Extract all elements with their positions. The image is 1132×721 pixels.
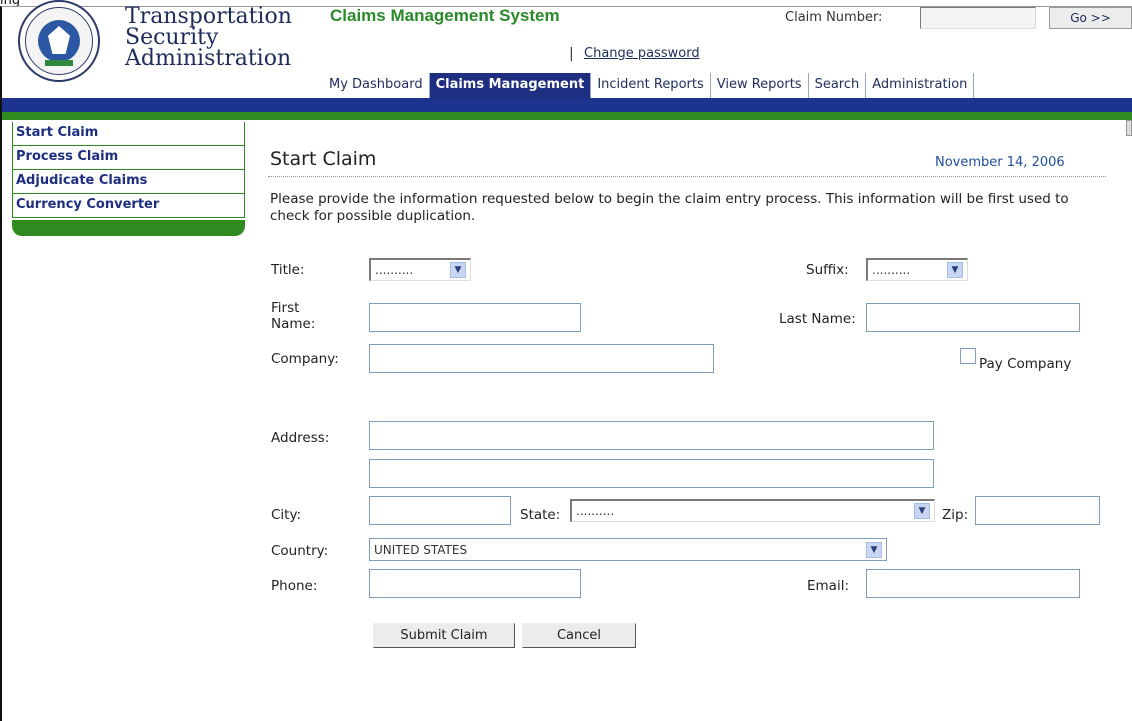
state-select-value: ..........	[576, 504, 615, 518]
sidebar-item-process-claim[interactable]: Process Claim	[12, 146, 245, 170]
tab-my-dashboard[interactable]: My Dashboard	[323, 73, 430, 98]
dhs-seal-icon	[18, 0, 100, 82]
phone-label: Phone:	[271, 578, 318, 594]
tab-claims-management[interactable]: Claims Management	[429, 73, 592, 98]
last-name-input[interactable]	[866, 303, 1080, 332]
link-separator: |	[569, 46, 574, 62]
header-band-blue	[2, 98, 1132, 112]
address-line1-input[interactable]	[369, 421, 934, 450]
tab-incident-reports[interactable]: Incident Reports	[591, 73, 711, 98]
title-select[interactable]: .......... ▼	[369, 258, 471, 281]
suffix-select[interactable]: .......... ▼	[866, 258, 968, 281]
sidebar-footer	[12, 220, 245, 236]
last-name-label: Last Name:	[779, 311, 856, 327]
change-password-link[interactable]: Change password	[584, 46, 700, 61]
cancel-button[interactable]: Cancel	[522, 623, 636, 648]
system-title: Claims Management System	[330, 6, 560, 25]
agency-logo-text: Transportation Security Administration	[125, 4, 325, 71]
sidebar-item-currency-converter[interactable]: Currency Converter	[12, 194, 245, 218]
phone-input[interactable]	[369, 569, 581, 598]
chevron-down-icon: ▼	[450, 262, 466, 278]
first-name-label: First Name:	[271, 300, 315, 332]
company-input[interactable]	[369, 344, 714, 373]
go-button[interactable]: Go >>	[1049, 7, 1132, 29]
tab-search[interactable]: Search	[808, 73, 867, 98]
state-label: State:	[520, 507, 561, 523]
first-name-label-line1: First	[271, 300, 300, 316]
pay-company-checkbox[interactable]	[960, 348, 976, 364]
company-label: Company:	[271, 351, 339, 367]
email-input[interactable]	[866, 569, 1080, 598]
city-input[interactable]	[369, 496, 511, 525]
header-band-green	[2, 112, 1132, 120]
first-name-input[interactable]	[369, 303, 581, 332]
country-label: Country:	[271, 543, 329, 559]
scrollbar-thumb[interactable]	[1126, 120, 1132, 136]
main-nav: My Dashboard Claims Management Incident …	[323, 73, 975, 98]
title-label: Title:	[271, 262, 305, 278]
address-line2-input[interactable]	[369, 459, 934, 488]
agency-line-1: Transportation	[125, 4, 292, 29]
sidebar-item-start-claim[interactable]: Start Claim	[12, 122, 245, 146]
title-divider	[268, 176, 1106, 177]
zip-input[interactable]	[975, 496, 1100, 525]
tab-view-reports[interactable]: View Reports	[710, 73, 809, 98]
pay-company-label: Pay Company	[979, 356, 1072, 372]
state-select[interactable]: .......... ▼	[570, 499, 935, 522]
suffix-label: Suffix:	[806, 262, 849, 278]
chevron-down-icon: ▼	[866, 541, 882, 558]
zip-label: Zip:	[942, 507, 969, 523]
chevron-down-icon: ▼	[947, 262, 963, 278]
city-label: City:	[271, 507, 302, 523]
page-title: Start Claim	[270, 148, 377, 170]
email-label: Email:	[807, 578, 850, 594]
agency-line-3: Administration	[125, 46, 292, 71]
suffix-select-value: ..........	[872, 263, 911, 277]
country-select[interactable]: UNITED STATES ▼	[369, 538, 887, 561]
claim-number-input[interactable]	[920, 7, 1036, 29]
page-date: November 14, 2006	[935, 155, 1065, 170]
sidebar-item-adjudicate-claims[interactable]: Adjudicate Claims	[12, 170, 245, 194]
title-select-value: ..........	[375, 263, 414, 277]
address-label: Address:	[271, 430, 330, 446]
chevron-down-icon: ▼	[914, 503, 930, 519]
tab-administration[interactable]: Administration	[866, 73, 975, 98]
agency-line-2: Security	[125, 25, 219, 50]
sidebar: Start Claim Process Claim Adjudicate Cla…	[12, 122, 245, 218]
country-select-value: UNITED STATES	[374, 542, 468, 557]
submit-claim-button[interactable]: Submit Claim	[373, 623, 515, 648]
first-name-label-line2: Name:	[271, 316, 316, 332]
intro-text: Please provide the information requested…	[270, 191, 1069, 224]
claim-number-label: Claim Number:	[785, 10, 883, 25]
